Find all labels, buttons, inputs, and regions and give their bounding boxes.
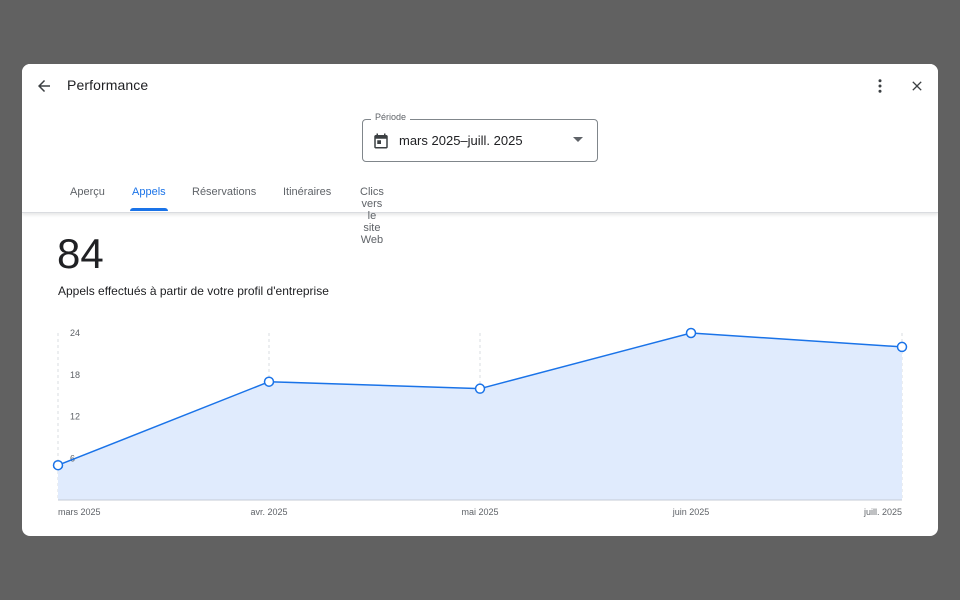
tab-label: Appels	[132, 186, 166, 198]
calls-area-chart: 6121824mars 2025 avr. 2025 mai 2025 juin 20…	[52, 327, 908, 517]
tab-appels[interactable]: Appels	[121, 172, 177, 212]
x-tick-label: avr. 2025	[250, 507, 287, 517]
period-select[interactable]: Période mars 2025–juill. 2025	[362, 112, 598, 162]
tab-apercu[interactable]: Aperçu	[59, 172, 116, 212]
period-label: Période	[371, 112, 411, 122]
tab-label: Aperçu	[70, 186, 105, 198]
tab-label: Clics vers le site Web	[360, 186, 384, 246]
data-point	[896, 341, 908, 353]
active-tab-indicator	[130, 208, 168, 211]
calendar-icon	[372, 132, 390, 150]
y-tick-label: 18	[70, 370, 80, 380]
y-tick-label: 12	[70, 412, 80, 422]
data-point	[52, 459, 64, 471]
x-tick-label: mai 2025	[461, 507, 498, 517]
tab-clics-site-web[interactable]: Clics vers le site Web	[349, 172, 395, 246]
tab-label: Réservations	[192, 186, 257, 198]
dialog-header: Performance Période mars 2025–juill. 202…	[22, 64, 938, 246]
tab-reservations[interactable]: Réservations	[181, 172, 267, 212]
dropdown-arrow-icon	[573, 137, 583, 142]
dialog-title: Performance	[67, 77, 149, 93]
data-point	[474, 383, 486, 394]
x-tick-label: juin 2025	[672, 507, 710, 517]
data-point	[263, 376, 275, 387]
tab-label: Itinéraires	[283, 186, 332, 198]
arrow-back-icon[interactable]	[32, 74, 56, 98]
x-tick-label: mars 2025	[58, 507, 101, 517]
calls-description: Appels effectués à partir de votre profi…	[58, 284, 329, 298]
x-tick-label: juill. 2025	[863, 507, 902, 517]
calls-total: 84	[57, 230, 104, 277]
y-tick-label: 24	[70, 328, 80, 338]
period-value: mars 2025–juill. 2025	[399, 133, 523, 148]
data-point	[685, 327, 697, 339]
close-icon[interactable]	[905, 74, 929, 98]
more-vert-icon[interactable]	[868, 74, 892, 98]
performance-dialog: Performance Période mars 2025–juill. 202…	[22, 64, 938, 536]
tab-itineraires[interactable]: Itinéraires	[272, 172, 342, 212]
